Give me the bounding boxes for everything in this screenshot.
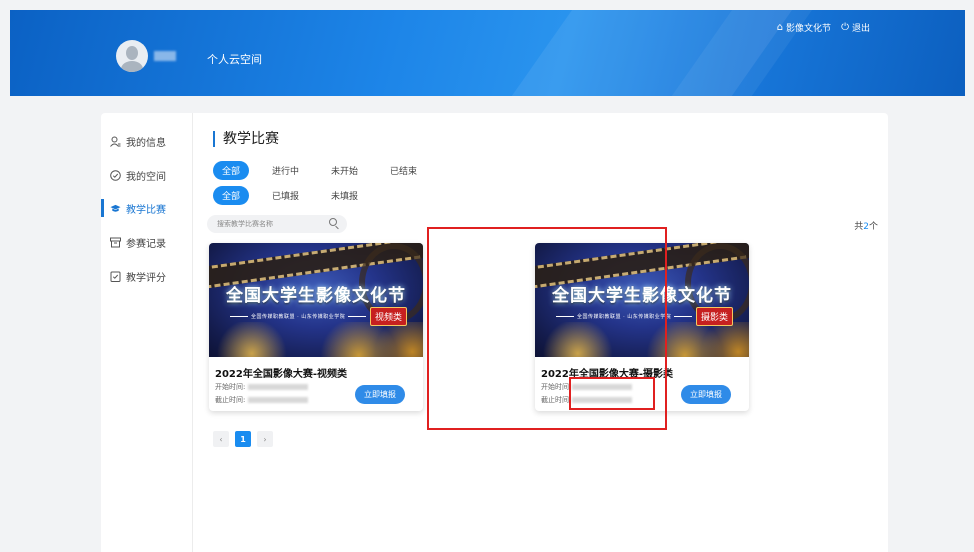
result-count: 共2个: [854, 222, 878, 232]
sidebar: 我的信息 我的空间 教学比赛 参赛记录 教学评分: [101, 113, 193, 552]
page-number-current[interactable]: 1: [235, 431, 251, 447]
apply-filter-applied[interactable]: 已填报: [263, 186, 308, 205]
user-icon: [110, 136, 121, 147]
apply-filter-all[interactable]: 全部: [213, 186, 250, 205]
apply-filter-not-applied[interactable]: 未填报: [322, 186, 367, 205]
page-title: 教学比赛: [213, 131, 279, 147]
sidebar-item-teaching-score[interactable]: 教学评分: [101, 266, 193, 286]
status-filter-all[interactable]: 全部: [213, 161, 250, 180]
sidebar-item-label: 教学比赛: [126, 204, 166, 216]
apply-filter: 全部 已填报 未填报: [213, 186, 367, 205]
avatar[interactable]: [116, 40, 148, 72]
competition-card[interactable]: 全国大学生影像文化节 全国传媒职教联盟 · 山东传媒职业学院 视频类 2022年…: [209, 243, 423, 411]
banner-subtitle: 全国传媒职教联盟 · 山东传媒职业学院: [227, 313, 369, 320]
sidebar-item-teaching-competition[interactable]: 教学比赛: [101, 198, 193, 218]
festival-link-label: 影像文化节: [786, 24, 832, 34]
card-start-time: 开始时间:: [215, 382, 309, 392]
compass-icon: [110, 169, 121, 181]
graduation-cap-icon: [110, 203, 121, 214]
prev-page-button[interactable]: ‹: [213, 431, 229, 447]
banner-title: 全国大学生影像文化节: [226, 286, 406, 306]
status-filter-upcoming[interactable]: 未开始: [322, 161, 367, 180]
logout-link[interactable]: ⏻ 退出: [841, 21, 870, 34]
card-title: 2022年全国影像大赛-视频类: [215, 369, 347, 380]
pagination: ‹ 1 ›: [213, 431, 273, 447]
apply-now-button[interactable]: 立即填报: [681, 385, 731, 404]
highlight-box-button: [569, 377, 655, 410]
sidebar-item-my-space[interactable]: 我的空间: [101, 165, 193, 185]
sidebar-item-label: 参赛记录: [126, 238, 166, 250]
search-icon[interactable]: [329, 218, 337, 226]
top-links: ⌂ 影像文化节 ⏻ 退出: [777, 21, 870, 34]
status-filter-ended[interactable]: 已结束: [381, 161, 426, 180]
sidebar-item-label: 教学评分: [126, 272, 166, 284]
search-input[interactable]: 搜索教学比赛名称: [207, 215, 347, 233]
search-placeholder: 搜索教学比赛名称: [217, 220, 273, 228]
sidebar-item-entry-records[interactable]: 参赛记录: [101, 232, 193, 252]
logout-link-label: 退出: [851, 24, 870, 34]
sidebar-item-label: 我的信息: [126, 137, 166, 149]
status-filter: 全部 进行中 未开始 已结束: [213, 161, 426, 180]
banner-category-tag: 摄影类: [695, 307, 733, 326]
clipboard-check-icon: [110, 271, 121, 282]
competition-banner: 全国大学生影像文化节 全国传媒职教联盟 · 山东传媒职业学院 视频类: [209, 243, 423, 357]
status-filter-ongoing[interactable]: 进行中: [263, 161, 308, 180]
festival-link[interactable]: ⌂ 影像文化节: [777, 21, 831, 34]
card-end-time: 截止时间:: [215, 395, 309, 405]
top-banner: 个人云空间 ⌂ 影像文化节 ⏻ 退出: [10, 10, 965, 96]
user-name-blurred: [154, 51, 176, 61]
sidebar-item-label: 我的空间: [126, 171, 166, 183]
space-title: 个人云空间: [207, 53, 262, 66]
sidebar-item-my-info[interactable]: 我的信息: [101, 131, 193, 151]
next-page-button[interactable]: ›: [257, 431, 273, 447]
home-icon: ⌂: [776, 22, 784, 33]
banner-category-tag: 视频类: [369, 307, 407, 326]
power-icon: ⏻: [841, 22, 849, 33]
archive-icon: [110, 237, 121, 248]
apply-now-button[interactable]: 立即填报: [355, 385, 405, 404]
